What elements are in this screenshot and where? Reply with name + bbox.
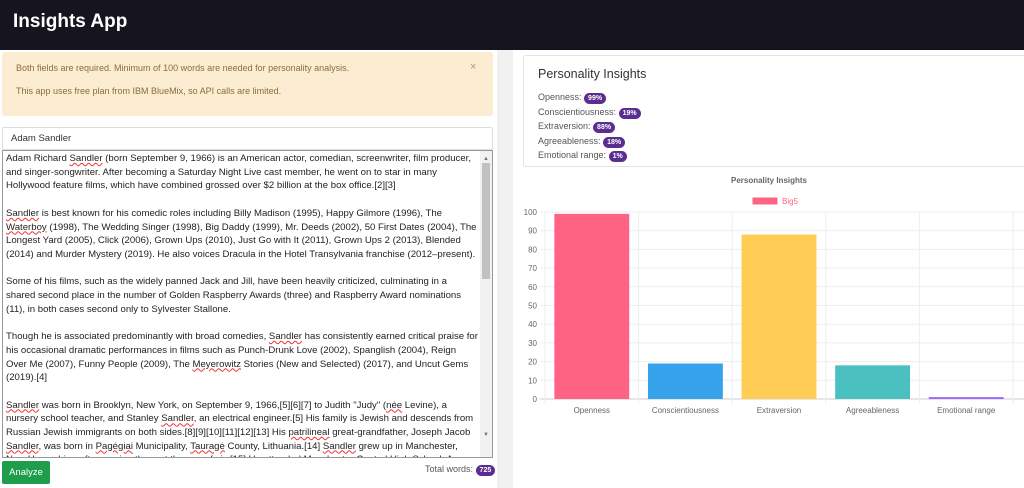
- x-tick-label: Extraversion: [757, 406, 801, 415]
- y-tick-label: 20: [528, 358, 537, 367]
- insight-row: Emotional range: 1%: [538, 148, 641, 163]
- insight-badge: 19%: [618, 107, 641, 119]
- y-tick-label: 100: [524, 208, 538, 217]
- x-tick-label: Openness: [574, 406, 610, 415]
- text-paragraph: Sandler is best known for his comedic ro…: [6, 207, 477, 260]
- total-words-badge: 725: [475, 465, 496, 476]
- text-paragraph: Some of his films, such as the widely pa…: [6, 276, 462, 315]
- warning-alert: Both fields are required. Minimum of 100…: [2, 52, 493, 116]
- y-tick-label: 90: [528, 227, 537, 236]
- insight-badge: 1%: [608, 151, 627, 162]
- column-divider: [497, 50, 513, 488]
- bar-emotional-range: [928, 397, 1004, 399]
- insight-label: Openness:: [538, 92, 582, 102]
- y-tick-label: 40: [528, 320, 537, 329]
- bar-chart: Personality Insights Big5 0 10 20 30 40 50 60 70 8…: [524, 176, 1024, 415]
- insight-label: Conscientiousness:: [538, 106, 617, 117]
- y-tick-label: 0: [533, 395, 538, 404]
- legend-label: Big5: [782, 197, 799, 206]
- x-tick-label: Emotional range: [937, 406, 996, 415]
- legend-swatch: [751, 196, 779, 206]
- navbar: Insights App: [0, 0, 1024, 50]
- chart-title: Personality Insights: [731, 176, 808, 185]
- insight-label: Extraversion:: [538, 121, 591, 131]
- bar-extraversion: [741, 234, 817, 399]
- name-input[interactable]: [2, 127, 493, 150]
- text-paragraph: Sandler was born in Brooklyn, New York, …: [6, 399, 474, 457]
- scrollbar-thumb[interactable]: [482, 163, 490, 279]
- insight-row: Conscientiousness: 19%: [538, 105, 641, 120]
- insight-row: Openness: 99%: [538, 90, 641, 105]
- insight-badge: 88%: [593, 122, 616, 133]
- y-tick-label: 50: [528, 302, 537, 311]
- insight-row: Extraversion: 88%: [538, 119, 641, 134]
- total-words: Total words: 725: [425, 464, 496, 476]
- insight-badge: 18%: [603, 136, 626, 148]
- insights-title: Personality Insights: [538, 67, 647, 81]
- bar-openness: [554, 213, 630, 399]
- text-input[interactable]: Adam Richard Sandler (born September 9, …: [2, 150, 493, 458]
- total-words-label: Total words:: [425, 464, 474, 474]
- close-icon[interactable]: ×: [470, 61, 476, 73]
- scrollbar[interactable]: ▲ ▼: [480, 151, 492, 457]
- insight-badge: 99%: [584, 93, 607, 104]
- insight-label: Agreeableness:: [538, 135, 601, 146]
- bar-agreeableness: [835, 365, 911, 399]
- insight-row: Agreeableness: 18%: [538, 134, 641, 149]
- alert-line-1: Both fields are required. Minimum of 100…: [16, 63, 350, 73]
- x-tick-label: Agreeableness: [846, 406, 899, 415]
- y-tick-label: 60: [528, 283, 537, 292]
- bar-conscientiousness: [647, 363, 723, 399]
- scroll-down-icon[interactable]: ▼: [483, 429, 489, 443]
- text-paragraph: Adam Richard Sandler (born September 9, …: [6, 153, 471, 192]
- y-tick-label: 30: [528, 339, 537, 348]
- analyze-button[interactable]: Analyze: [2, 461, 50, 484]
- y-tick-label: 70: [528, 264, 537, 273]
- y-tick-label: 80: [528, 245, 537, 254]
- x-tick-label: Conscientiousness: [652, 406, 719, 415]
- app-brand[interactable]: Insights App: [13, 11, 127, 33]
- alert-line-2: This app uses free plan from IBM BlueMix…: [16, 86, 282, 96]
- insights-card: Personality Insights Openness: 99% Consci…: [523, 55, 1024, 167]
- y-tick-label: 10: [528, 376, 537, 385]
- insight-label: Emotional range:: [538, 150, 607, 160]
- text-paragraph: Though he is associated predominantly wi…: [6, 331, 478, 384]
